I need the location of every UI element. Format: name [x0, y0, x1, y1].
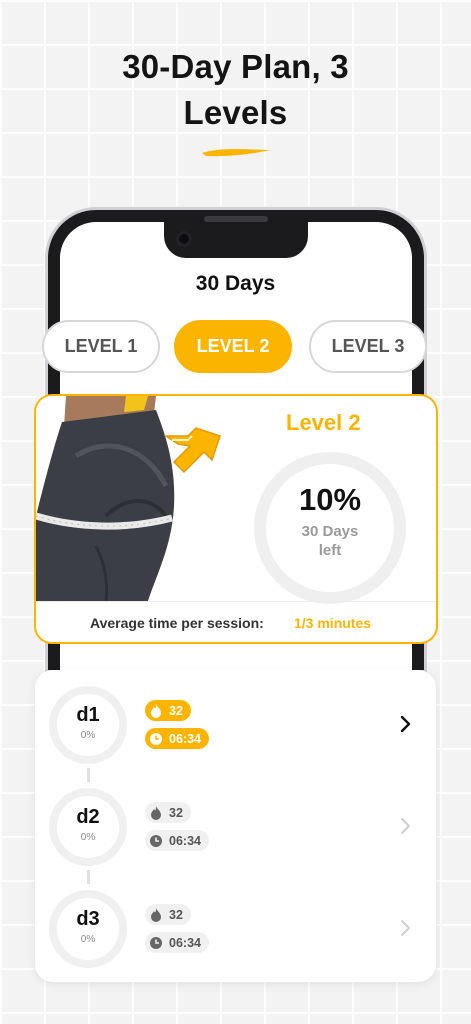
day-row-d1[interactable]: d1 0% 32 06:34 — [35, 686, 436, 766]
level-card[interactable]: Level 2 10% 30 Days left Average time pe… — [34, 394, 438, 644]
day-percent: 0% — [80, 832, 96, 843]
day-connector — [87, 768, 90, 782]
level-name: Level 2 — [286, 410, 361, 435]
level-3-tab[interactable]: LEVEL 3 — [309, 320, 427, 373]
day-percent: 0% — [80, 730, 96, 741]
duration-badge: 06:34 — [145, 830, 209, 851]
chevron-right-icon[interactable] — [395, 714, 415, 734]
calories-value: 32 — [169, 703, 183, 718]
clock-icon — [149, 732, 163, 746]
days-list: d1 0% 32 06:34 d2 0% 32 06:34 d3 0% 32 0… — [35, 670, 436, 982]
day-connector — [87, 870, 90, 884]
duration-value: 06:34 — [169, 731, 201, 746]
flame-icon — [149, 805, 163, 820]
day-row-d2[interactable]: d2 0% 32 06:34 — [35, 788, 436, 868]
day-name: d3 — [76, 908, 100, 930]
calories-value: 32 — [169, 805, 183, 820]
day-name: d2 — [76, 806, 100, 828]
flame-icon — [149, 907, 163, 922]
calories-badge: 32 — [145, 904, 191, 925]
chevron-right-icon[interactable] — [395, 816, 415, 836]
avg-time-label: Average time per session: — [90, 615, 264, 631]
days-left: 30 Days left — [274, 522, 386, 560]
calories-badge: 32 — [145, 700, 191, 721]
day-row-d3[interactable]: d3 0% 32 06:34 — [35, 890, 436, 970]
duration-badge: 06:34 — [145, 932, 209, 953]
phone-speaker — [204, 216, 268, 222]
duration-value: 06:34 — [169, 833, 201, 848]
day-name: d1 — [76, 704, 100, 726]
clock-icon — [149, 834, 163, 848]
avg-time-value: 1/3 minutes — [294, 615, 372, 631]
headline-line-1: 30-Day Plan, 3 — [122, 48, 349, 85]
duration-value: 06:34 — [169, 935, 201, 950]
headline: 30-Day Plan, 3 Levels — [0, 44, 471, 136]
headline-line-2: Levels — [183, 94, 288, 131]
days-left-label: left — [318, 542, 342, 559]
brush-underline — [202, 149, 270, 157]
camera-icon — [176, 231, 192, 247]
calories-value: 32 — [169, 907, 183, 922]
calories-badge: 32 — [145, 802, 191, 823]
day-percent: 0% — [80, 934, 96, 945]
progress-percent: 10% — [298, 482, 362, 517]
chevron-right-icon[interactable] — [395, 918, 415, 938]
screen-title: 30 Days — [195, 272, 276, 295]
duration-badge: 06:34 — [145, 728, 209, 749]
level-1-tab[interactable]: LEVEL 1 — [42, 320, 160, 373]
clock-icon — [149, 936, 163, 950]
flame-icon — [149, 703, 163, 718]
days-left-count: 30 Days — [301, 523, 359, 540]
arrow-up-right-icon — [163, 427, 221, 474]
level-2-tab[interactable]: LEVEL 2 — [174, 320, 292, 373]
card-divider — [36, 601, 436, 602]
